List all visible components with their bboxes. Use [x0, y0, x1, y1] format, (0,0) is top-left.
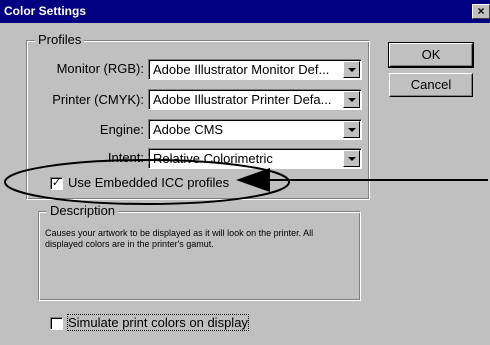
arrow-left-icon [236, 168, 270, 192]
annotation-overlay [4, 159, 488, 205]
color-settings-dialog: Color Settings × Profiles Monitor (RGB):… [0, 0, 490, 345]
